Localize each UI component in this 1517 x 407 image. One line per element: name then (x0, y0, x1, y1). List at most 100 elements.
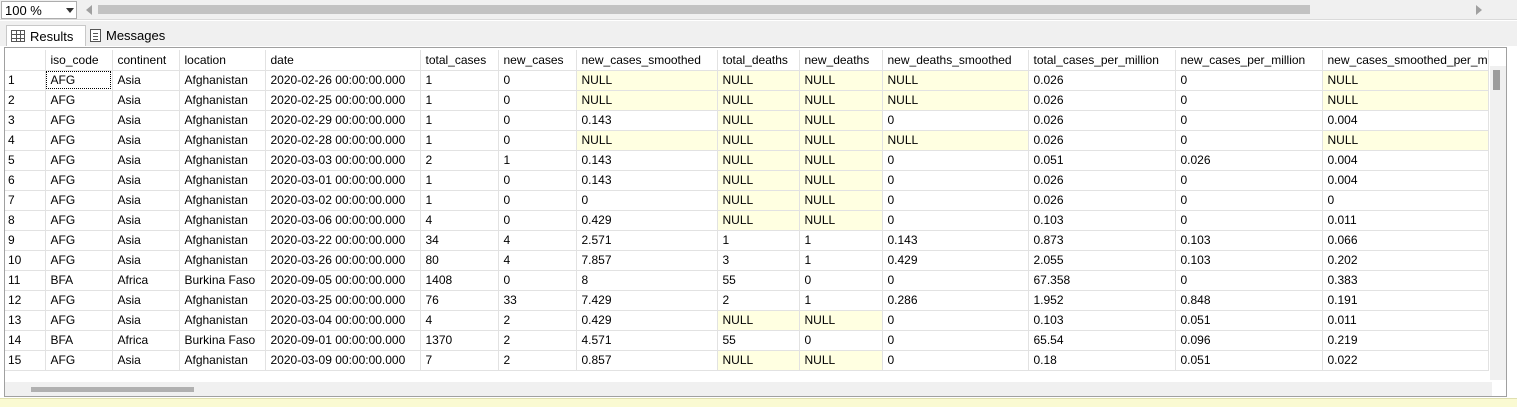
table-cell[interactable]: AFG (45, 190, 113, 211)
table-cell[interactable]: 0.383 (1322, 270, 1489, 291)
table-cell[interactable]: Afghanistan (179, 190, 266, 211)
table-row[interactable]: 14 BFA Africa Burkina Faso 2020-09-01 00:00:… (5, 330, 1489, 351)
table-cell[interactable]: 4 (498, 250, 577, 271)
table-cell[interactable]: 1 (799, 250, 883, 271)
table-cell[interactable]: Afghanistan (179, 110, 266, 131)
row-number-header[interactable] (5, 50, 46, 71)
table-cell[interactable]: AFG (45, 250, 113, 271)
table-cell[interactable]: Afghanistan (179, 290, 266, 311)
table-cell[interactable]: 2020-03-03 00:00:00.000 (265, 150, 421, 171)
scrollbar-thumb[interactable] (98, 5, 1310, 14)
table-cell[interactable]: Afghanistan (179, 230, 266, 251)
table-cell[interactable]: NULL (799, 150, 883, 171)
table-cell[interactable]: 1 (717, 230, 800, 251)
table-cell[interactable]: NULL (576, 70, 718, 91)
row-number[interactable]: 6 (5, 170, 46, 191)
table-cell[interactable]: 1 (420, 130, 499, 151)
row-number[interactable]: 2 (5, 90, 46, 111)
column-header[interactable]: total_deaths (717, 50, 800, 71)
row-number[interactable]: 9 (5, 230, 46, 251)
row-number[interactable]: 8 (5, 210, 46, 231)
column-header[interactable]: new_deaths (799, 50, 883, 71)
table-cell[interactable]: 67.358 (1028, 270, 1176, 291)
table-cell[interactable]: AFG (45, 110, 113, 131)
table-cell[interactable]: Asia (112, 190, 180, 211)
table-cell[interactable]: 0 (576, 190, 718, 211)
table-cell[interactable]: Asia (112, 250, 180, 271)
table-cell[interactable]: NULL (576, 130, 718, 151)
table-cell[interactable]: AFG (45, 170, 113, 191)
table-cell[interactable]: 0.011 (1322, 210, 1489, 231)
table-cell[interactable]: 0.429 (576, 210, 718, 231)
table-cell[interactable]: Asia (112, 90, 180, 111)
table-cell[interactable]: 0.051 (1175, 310, 1323, 331)
table-cell[interactable]: 0 (1175, 190, 1323, 211)
column-header[interactable]: continent (112, 50, 180, 71)
tab-messages[interactable]: Messages (86, 25, 180, 46)
table-cell[interactable]: 0.004 (1322, 110, 1489, 131)
table-cell[interactable]: 0.191 (1322, 290, 1489, 311)
table-row[interactable]: 3 AFG Asia Afghanistan 2020-02-29 00:00:00.0… (5, 110, 1489, 131)
table-cell[interactable]: AFG (45, 290, 113, 311)
table-cell[interactable]: 1.952 (1028, 290, 1176, 311)
table-cell[interactable]: 0.004 (1322, 150, 1489, 171)
table-cell[interactable]: 0.857 (576, 350, 718, 371)
table-cell[interactable]: 0.103 (1175, 250, 1323, 271)
table-row[interactable]: 11 BFA Africa Burkina Faso 2020-09-05 00:00:… (5, 270, 1489, 291)
table-cell[interactable]: Afghanistan (179, 170, 266, 191)
table-cell[interactable]: NULL (799, 90, 883, 111)
table-cell[interactable]: NULL (717, 130, 800, 151)
table-cell[interactable]: NULL (799, 170, 883, 191)
table-cell[interactable]: 7 (420, 350, 499, 371)
table-cell[interactable]: 0.026 (1028, 110, 1176, 131)
table-cell[interactable]: 2020-03-22 00:00:00.000 (265, 230, 421, 251)
row-number[interactable]: 14 (5, 330, 46, 351)
table-cell[interactable]: 1 (420, 190, 499, 211)
table-cell[interactable]: 0.103 (1028, 210, 1176, 231)
table-cell[interactable]: Asia (112, 230, 180, 251)
table-cell[interactable]: 7.429 (576, 290, 718, 311)
table-row[interactable]: 1 AFG Asia Afghanistan 2020-02-26 00:00:00.0… (5, 70, 1489, 91)
table-cell[interactable]: 2020-02-26 00:00:00.000 (265, 70, 421, 91)
table-cell[interactable]: 0.026 (1028, 130, 1176, 151)
table-row[interactable]: 6 AFG Asia Afghanistan 2020-03-01 00:00:00.0… (5, 170, 1489, 191)
table-cell[interactable]: Asia (112, 350, 180, 371)
table-cell[interactable]: BFA (45, 270, 113, 291)
table-cell[interactable]: 0.011 (1322, 310, 1489, 331)
table-cell[interactable]: 0.096 (1175, 330, 1323, 351)
table-row[interactable]: 15 AFG Asia Afghanistan 2020-03-09 00:00:00.… (5, 350, 1489, 371)
table-cell[interactable]: 0.429 (882, 250, 1029, 271)
table-cell[interactable]: 2020-03-09 00:00:00.000 (265, 350, 421, 371)
table-cell[interactable]: NULL (799, 190, 883, 211)
table-cell[interactable]: 2020-09-05 00:00:00.000 (265, 270, 421, 291)
table-cell[interactable]: 0 (498, 210, 577, 231)
table-cell[interactable]: AFG (45, 230, 113, 251)
table-cell[interactable]: 0.051 (1028, 150, 1176, 171)
table-cell[interactable]: 2020-03-06 00:00:00.000 (265, 210, 421, 231)
table-cell[interactable]: Asia (112, 210, 180, 231)
table-cell[interactable]: 8 (576, 270, 718, 291)
table-cell[interactable]: 0.026 (1028, 170, 1176, 191)
table-cell[interactable]: NULL (882, 130, 1029, 151)
column-header[interactable]: location (179, 50, 266, 71)
table-cell[interactable]: Afghanistan (179, 310, 266, 331)
table-cell[interactable]: Afghanistan (179, 90, 266, 111)
row-number[interactable]: 5 (5, 150, 46, 171)
row-number[interactable]: 15 (5, 350, 46, 371)
table-cell[interactable]: NULL (799, 310, 883, 331)
table-cell[interactable]: 0 (1175, 110, 1323, 131)
table-cell[interactable]: 0 (1175, 170, 1323, 191)
table-cell[interactable]: 1370 (420, 330, 499, 351)
table-cell[interactable]: 2.571 (576, 230, 718, 251)
table-cell[interactable]: 1 (420, 110, 499, 131)
table-row[interactable]: 10 AFG Asia Afghanistan 2020-03-26 00:00:00.… (5, 250, 1489, 271)
table-cell[interactable]: Afghanistan (179, 150, 266, 171)
column-header[interactable]: new_cases_smoothed_per_m (1322, 50, 1489, 71)
table-cell[interactable]: 0.026 (1175, 150, 1323, 171)
table-cell[interactable]: 0 (498, 90, 577, 111)
row-number[interactable]: 11 (5, 270, 46, 291)
table-cell[interactable]: 0.286 (882, 290, 1029, 311)
table-cell[interactable]: 80 (420, 250, 499, 271)
table-cell[interactable]: 0 (882, 190, 1029, 211)
table-cell[interactable]: 2020-03-25 00:00:00.000 (265, 290, 421, 311)
